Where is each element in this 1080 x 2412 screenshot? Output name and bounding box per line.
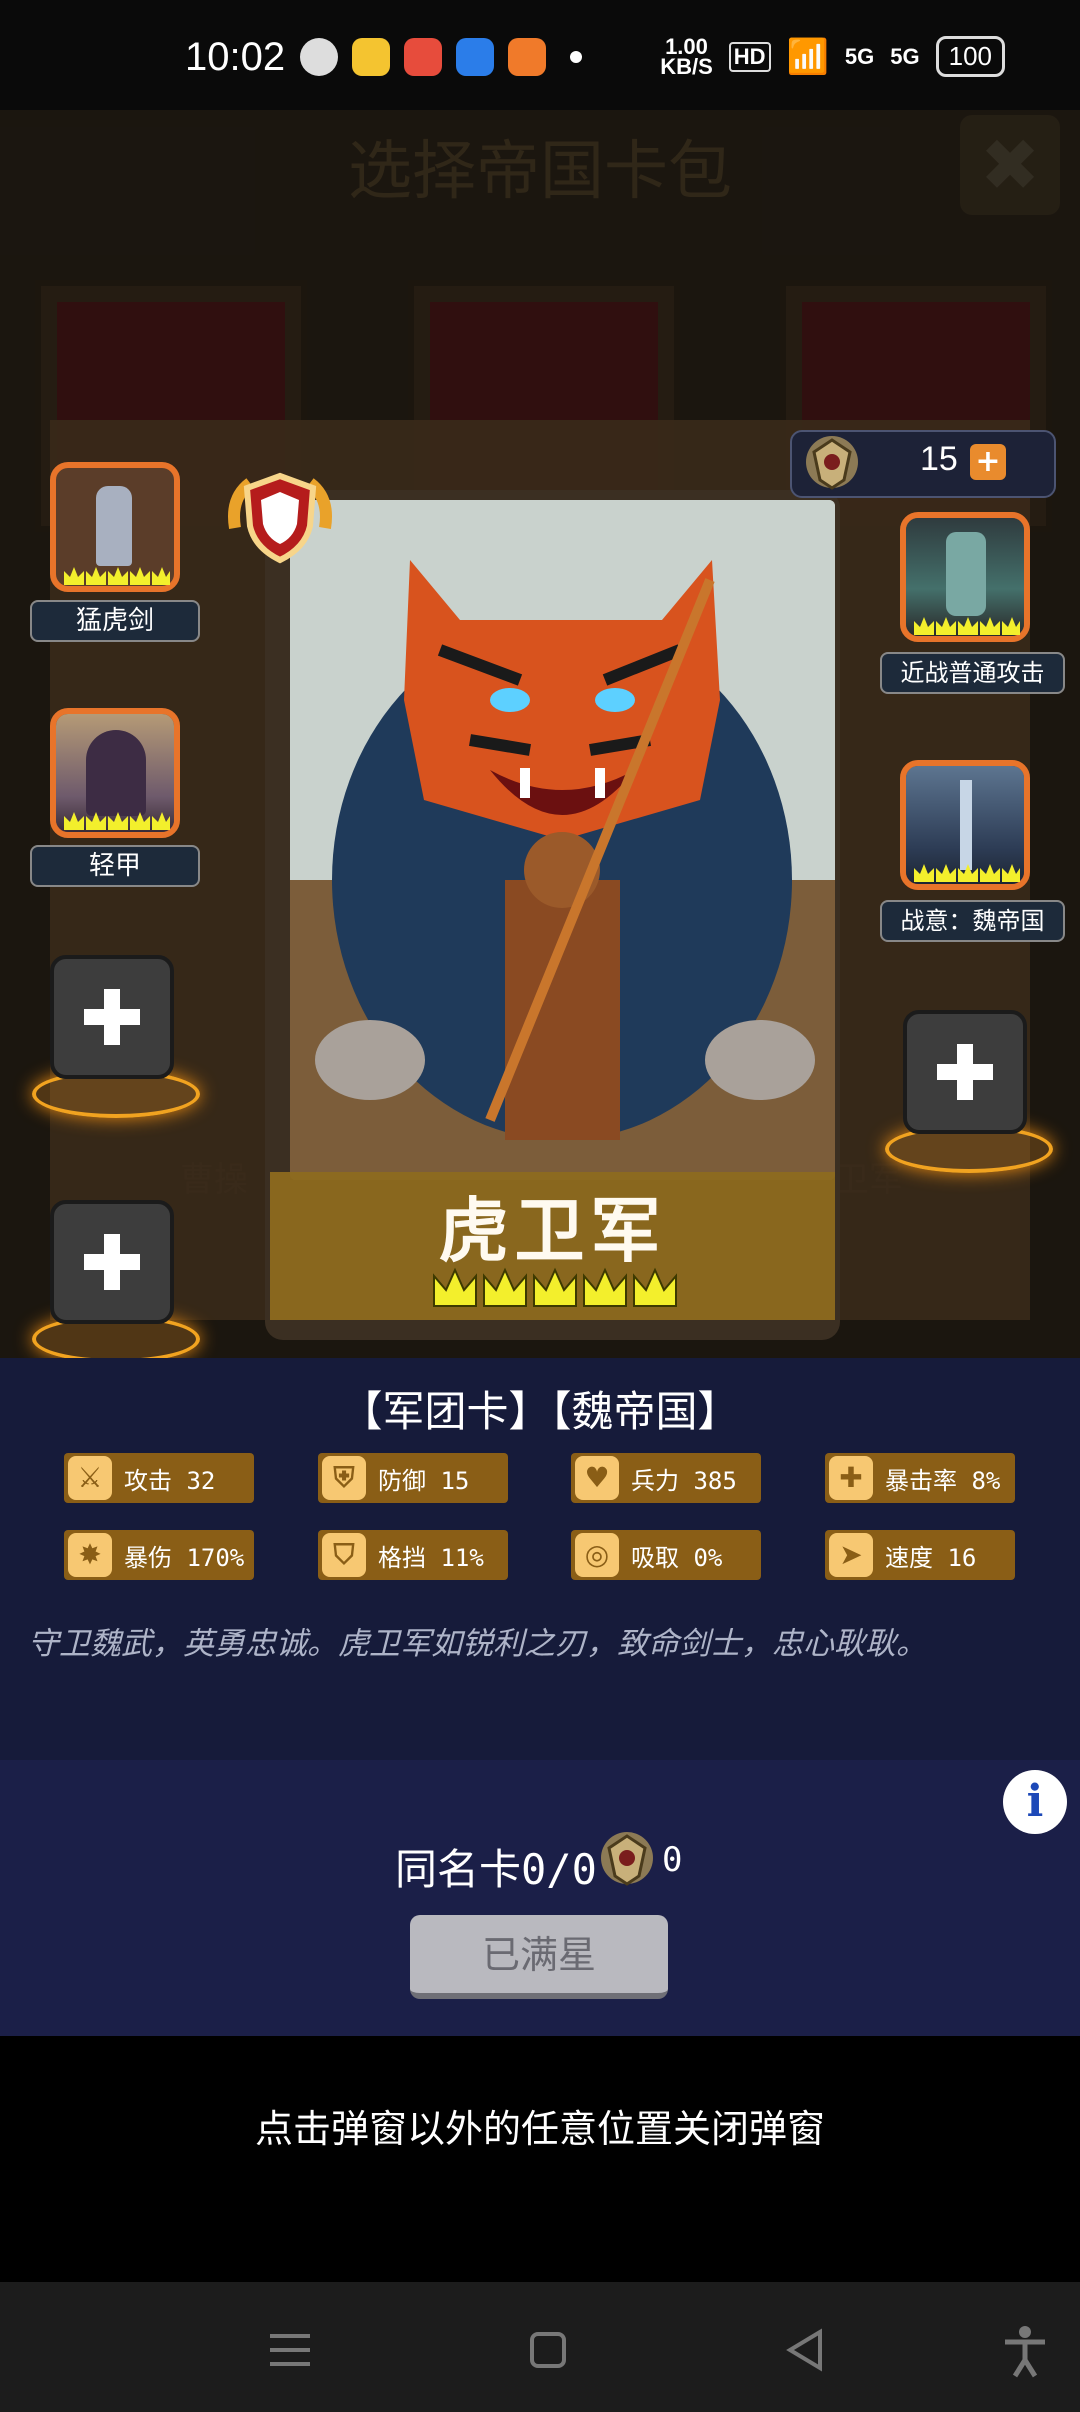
- shield-icon: ⛨: [322, 1456, 366, 1500]
- card-artwork: [290, 500, 835, 1180]
- app-notification-icon: [404, 38, 442, 76]
- battery-icon: 100: [935, 36, 1005, 77]
- add-slot-button[interactable]: [50, 955, 174, 1079]
- app-notification-icon: [508, 38, 546, 76]
- stat-crit-rate: ✚ 暴击率 8%: [825, 1453, 1015, 1503]
- empire-emblem-icon: [806, 436, 858, 490]
- hd-icon: HD: [728, 41, 771, 72]
- crit-icon: ✚: [829, 1456, 873, 1500]
- empire-emblem-icon: [601, 1832, 653, 1886]
- rank-shield-icon: [228, 472, 332, 564]
- card-star-crowns: [433, 1267, 677, 1307]
- menu-icon[interactable]: [260, 2320, 320, 2380]
- signal-sim1-icon: 5G: [844, 43, 875, 69]
- status-bar: 10:02 1.00 KB/S HD 📶 5G 5G 100: [0, 0, 1080, 110]
- stat-lifesteal: ◎ 吸取 0%: [571, 1530, 761, 1580]
- slot-label-weapon: 猛虎剑: [30, 600, 200, 642]
- stat-attack: ⚔ 攻击 32: [64, 1453, 254, 1503]
- stat-troops: ♥ 兵力 385: [571, 1453, 761, 1503]
- slot-label-armor: 轻甲: [30, 845, 200, 887]
- armor-figure: [86, 730, 146, 816]
- net-speed: 1.00 KB/S: [660, 33, 713, 79]
- block-icon: ⛉: [322, 1533, 366, 1577]
- stat-block: ⛉ 格挡 11%: [318, 1530, 508, 1580]
- lifesteal-icon: ◎: [575, 1533, 619, 1577]
- close-hint-area[interactable]: [0, 2036, 1080, 2282]
- add-slot-button[interactable]: [50, 1200, 174, 1324]
- more-dot-icon: [570, 51, 582, 63]
- signal-sim2-icon: 5G: [890, 43, 920, 69]
- duplicate-card-count: 0: [662, 1840, 683, 1880]
- stat-speed: ➤ 速度 16: [825, 1530, 1015, 1580]
- card-type-line: 【军团卡】【魏帝国】: [340, 1387, 740, 1436]
- heart-icon: ♥: [575, 1456, 619, 1500]
- info-icon[interactable]: i: [1003, 1770, 1067, 1834]
- sword-icon: ⚔: [68, 1456, 112, 1500]
- app-notification-icon: [352, 38, 390, 76]
- accessibility-icon[interactable]: [995, 2320, 1055, 2380]
- duplicate-card-label: 同名卡0/0: [395, 1845, 597, 1894]
- back-icon[interactable]: [776, 2320, 836, 2380]
- add-slot-button[interactable]: [903, 1010, 1027, 1134]
- slot-star-crowns: [914, 617, 1020, 635]
- status-indicators: 1.00 KB/S HD 📶 5G 5G 100: [660, 33, 1005, 79]
- slot-star-crowns: [64, 812, 170, 830]
- knight-figure: [946, 532, 986, 616]
- sword-figure: [960, 780, 972, 870]
- speed-icon: ➤: [829, 1533, 873, 1577]
- wechat-icon: [300, 38, 338, 76]
- home-icon[interactable]: [518, 2320, 578, 2380]
- slot-star-crowns: [914, 864, 1020, 882]
- stat-defense: ⛨ 防御 15: [318, 1453, 508, 1503]
- status-time: 10:02: [185, 35, 286, 79]
- slot-label-attack: 近战普通攻击: [880, 652, 1065, 694]
- card-name: 虎卫军: [438, 1189, 667, 1272]
- card-description: 守卫魏武，英勇忠诚。虎卫军如锐利之刃，致命剑士，忠心耿耿。: [28, 1626, 927, 1662]
- close-hint-text: 点击弹窗以外的任意位置关闭弹窗: [254, 2107, 825, 2151]
- wifi-icon: 📶: [786, 37, 829, 76]
- slot-star-crowns: [64, 567, 170, 585]
- tiger-warrior-image: [290, 500, 835, 1180]
- crit-damage-icon: ✸: [68, 1533, 112, 1577]
- app-notification-icon: [456, 38, 494, 76]
- weapon-figure: [96, 486, 132, 566]
- add-currency-button[interactable]: +: [970, 444, 1006, 480]
- stat-crit-damage: ✸ 暴伤 170%: [64, 1530, 254, 1580]
- slot-label-morale: 战意：魏帝国: [880, 900, 1065, 942]
- max-star-button[interactable]: 已满星: [410, 1915, 668, 1999]
- notification-icons: [300, 38, 582, 76]
- currency-value: 15: [920, 440, 958, 478]
